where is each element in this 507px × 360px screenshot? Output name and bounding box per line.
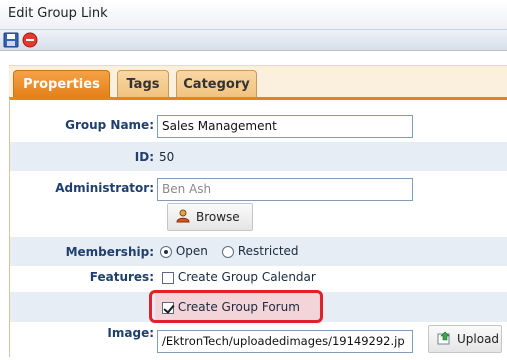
membership-open-radio[interactable] — [160, 245, 172, 258]
membership-restricted-radio[interactable] — [222, 245, 234, 258]
membership-open-option[interactable]: Open — [160, 244, 208, 258]
properties-panel: Group Name: Sales Management ID: 50 Admi… — [9, 97, 507, 357]
upload-button[interactable]: Upload — [428, 325, 502, 353]
membership-label: Membership: — [65, 245, 154, 259]
administrator-label: Administrator: — [55, 181, 154, 195]
calendar-label: Create Group Calendar — [177, 270, 316, 284]
administrator-input[interactable]: Ben Ash — [157, 178, 413, 201]
calendar-option[interactable]: Create Group Calendar — [162, 270, 316, 284]
cancel-icon[interactable] — [22, 32, 38, 48]
tab-tags[interactable]: Tags — [117, 70, 169, 98]
image-path-input[interactable]: /EktronTech/uploadedimages/19149292.jp — [157, 330, 413, 353]
content-spacer — [0, 51, 507, 65]
highlight-box — [149, 290, 323, 323]
features-row: Features: Create Group Calendar — [10, 266, 507, 292]
id-value: 50 — [159, 150, 175, 164]
toolbar — [0, 30, 507, 51]
features-label: Features: — [89, 270, 154, 284]
membership-open-label: Open — [175, 244, 208, 258]
user-icon — [176, 209, 190, 226]
tab-strip: Properties Tags Category — [9, 65, 507, 98]
group-name-row: Group Name: Sales Management — [10, 100, 507, 142]
membership-row: Membership: Open Restricted — [10, 237, 507, 266]
browse-button[interactable]: Browse — [167, 203, 253, 231]
group-name-input[interactable]: Sales Management — [157, 115, 413, 138]
save-icon[interactable] — [3, 32, 19, 48]
id-row: ID: 50 — [10, 142, 507, 171]
image-label: Image: — [107, 326, 154, 340]
upload-label: Upload — [457, 332, 500, 346]
tab-properties[interactable]: Properties — [13, 70, 110, 98]
image-row: Image: /EktronTech/uploadedimages/191492… — [10, 322, 507, 360]
group-name-label: Group Name: — [65, 118, 154, 132]
window-title: Edit Group Link — [8, 6, 108, 21]
membership-restricted-option[interactable]: Restricted — [222, 244, 299, 258]
id-label: ID: — [134, 150, 154, 164]
upload-icon — [437, 331, 451, 348]
calendar-checkbox[interactable] — [162, 271, 174, 284]
administrator-row: Administrator: Ben Ash Browse — [10, 171, 507, 237]
membership-restricted-label: Restricted — [237, 244, 299, 258]
tab-category[interactable]: Category — [176, 70, 257, 98]
browse-label: Browse — [196, 210, 240, 224]
title-bar: Edit Group Link — [0, 0, 507, 30]
